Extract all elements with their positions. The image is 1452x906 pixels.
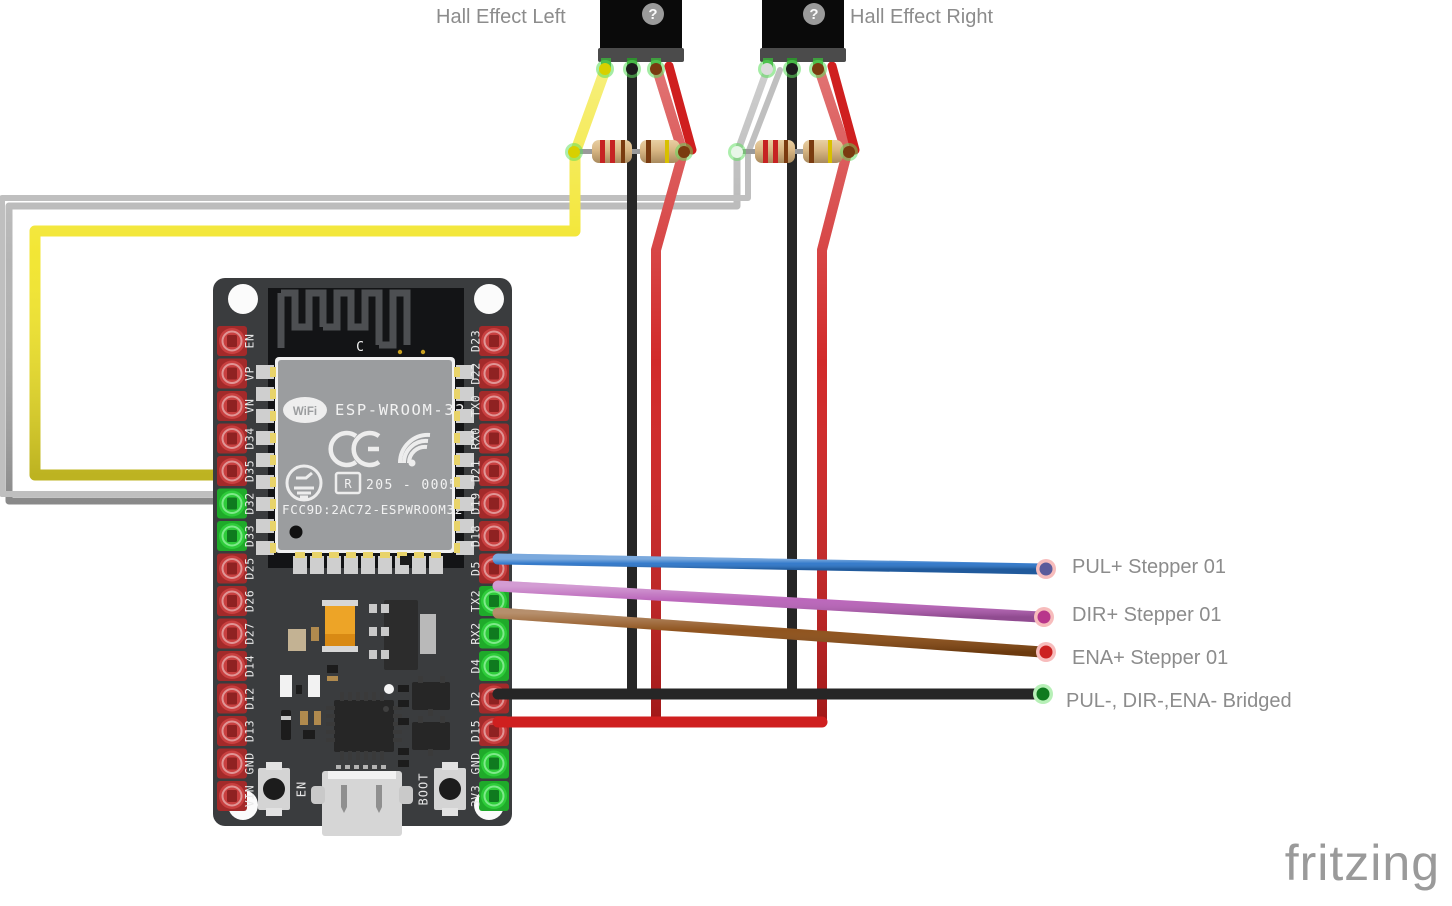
pin-label-d19: D19 bbox=[469, 492, 483, 514]
boot-button[interactable] bbox=[434, 762, 466, 816]
pin-label-d15: D15 bbox=[469, 720, 483, 742]
pin-label-rx2: RX2 bbox=[469, 622, 483, 644]
pin-label-vin: VIN bbox=[243, 785, 257, 807]
wire-ena-plus[interactable] bbox=[492, 607, 1048, 658]
pin-d19-right[interactable] bbox=[479, 488, 509, 519]
pin-d21-right[interactable] bbox=[479, 456, 509, 486]
pin-rx2-right[interactable] bbox=[479, 618, 509, 649]
pin-label-gnd: GND bbox=[243, 752, 257, 774]
wire-pul-plus[interactable] bbox=[492, 553, 1049, 575]
header-right[interactable]: D23 D22 TX0 RX0 D21 D19 D18 D5 TX2 RX2 D4 D2 D15 GND 3… bbox=[469, 326, 510, 811]
mounting-hole-tl bbox=[228, 284, 258, 314]
pin-label-rx0: RX0 bbox=[469, 427, 483, 449]
wifi-icon: WiFi bbox=[293, 406, 317, 418]
svg-text:?: ? bbox=[648, 6, 657, 23]
wire-hall-right-vcc[interactable] bbox=[813, 61, 852, 727]
hall-effect-left-label: Hall Effect Left bbox=[436, 6, 566, 28]
pin-label-tx2: TX2 bbox=[469, 590, 483, 612]
r-mark: R bbox=[344, 477, 352, 491]
fritzing-logo: fritzing bbox=[1284, 835, 1440, 891]
shield-pads-bottom bbox=[293, 552, 443, 574]
boot-button-label: BOOT bbox=[417, 773, 431, 806]
pin-label-d14: D14 bbox=[243, 655, 257, 677]
fritzing-breadboard-canvas: ? ? C WiFi ESP-WROOM-32 R 205 - 000519 F… bbox=[0, 0, 1452, 906]
pin-label-d27: D27 bbox=[243, 622, 257, 644]
wire-dir-plus[interactable] bbox=[492, 580, 1046, 623]
pin-label-d12: D12 bbox=[243, 687, 257, 709]
terminal-label-ena-plus: ENA+ Stepper 01 bbox=[1072, 647, 1229, 669]
antenna-mark: C bbox=[356, 340, 364, 355]
terminal-label-dir-plus: DIR+ Stepper 01 bbox=[1072, 604, 1222, 626]
pin-label-vn: VN bbox=[243, 399, 257, 414]
pin-label-d13: D13 bbox=[243, 720, 257, 742]
pin-d22-right[interactable] bbox=[479, 358, 509, 389]
circuit-diagram: ? ? C WiFi ESP-WROOM-32 R 205 - 000519 F… bbox=[0, 0, 1056, 836]
pin-label-d18: D18 bbox=[469, 525, 483, 547]
pin-label-vp: VP bbox=[243, 366, 257, 381]
terminal-dots[interactable] bbox=[1033, 559, 1056, 704]
resistor-right-2[interactable] bbox=[803, 140, 843, 163]
pin-rx0-right[interactable] bbox=[479, 423, 509, 454]
en-button-label: EN bbox=[295, 781, 309, 797]
terminal-label-gnd-bridged: PUL-, DIR-,ENA- Bridged bbox=[1066, 690, 1292, 712]
pin-label-gnd: GND bbox=[469, 752, 483, 774]
pin-tx0-right[interactable] bbox=[479, 391, 509, 421]
mounting-hole-tr bbox=[474, 284, 504, 314]
pin-label-d23: D23 bbox=[469, 330, 483, 352]
svg-text:?: ? bbox=[809, 6, 818, 23]
hall-effect-right-label: Hall Effect Right bbox=[850, 6, 994, 28]
en-button[interactable] bbox=[258, 762, 290, 816]
pin-label-d25: D25 bbox=[243, 557, 257, 579]
shield-pads-left bbox=[256, 365, 276, 555]
pin-3v3-right[interactable] bbox=[479, 781, 509, 811]
resistor-left-2[interactable] bbox=[640, 140, 680, 163]
pin-d23-right[interactable] bbox=[479, 326, 509, 356]
pin-label-tx0: TX0 bbox=[469, 395, 483, 417]
usb-micro-connector bbox=[311, 765, 413, 836]
pin-label-d22: D22 bbox=[469, 362, 483, 384]
pin-label-d32: D32 bbox=[243, 492, 257, 514]
pin-label-d4: D4 bbox=[469, 659, 483, 674]
pin-d4-right[interactable] bbox=[479, 651, 509, 681]
pin-label-d26: D26 bbox=[243, 590, 257, 612]
module-name: ESP-WROOM-32 bbox=[335, 401, 466, 419]
pin-label-en: EN bbox=[243, 334, 257, 349]
pin-label-d2: D2 bbox=[469, 691, 483, 706]
pin-label-d33: D33 bbox=[243, 525, 257, 547]
pin-label-d5: D5 bbox=[469, 561, 483, 576]
pin-label-d21: D21 bbox=[469, 460, 483, 482]
module-fcc: FCC9D:2AC72-ESPWROOM32 bbox=[282, 502, 463, 517]
pin-label-3v3: 3V3 bbox=[469, 785, 483, 807]
pin-d18-right[interactable] bbox=[479, 521, 509, 551]
esp32-devkit-board[interactable]: C WiFi ESP-WROOM-32 R 205 - 000519 FCC9D… bbox=[213, 278, 512, 836]
pin-label-d34: D34 bbox=[243, 427, 257, 449]
pin-label-d35: D35 bbox=[243, 460, 257, 482]
pin-gnd-right[interactable] bbox=[479, 748, 509, 779]
terminal-label-pul-plus: PUL+ Stepper 01 bbox=[1072, 556, 1226, 578]
